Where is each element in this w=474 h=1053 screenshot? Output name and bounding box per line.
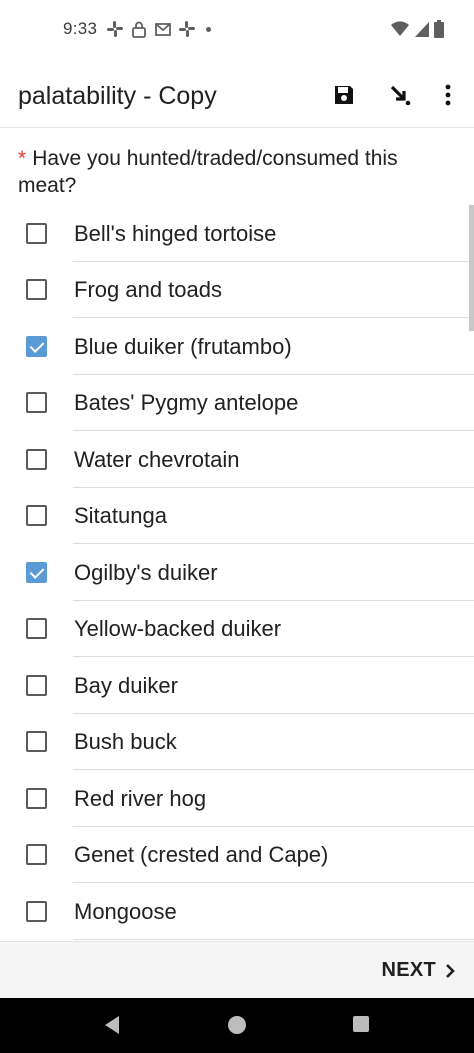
divider xyxy=(73,656,474,657)
question-text: Have you hunted/traded/consumed this mea… xyxy=(18,147,398,197)
option-label: Yellow-backed duiker xyxy=(74,616,282,641)
system-nav-bar xyxy=(0,998,474,1053)
option-label: Bay duiker xyxy=(74,673,178,698)
question-prompt: * Have you hunted/traded/consumed this me… xyxy=(18,145,458,199)
option-item[interactable]: Sitatunga xyxy=(0,488,474,544)
option-item[interactable]: Yellow-backed duiker xyxy=(0,601,474,657)
app-toolbar: palatability - Copy xyxy=(0,60,474,128)
signal-icon xyxy=(415,22,429,37)
option-item[interactable]: Water chevrotain xyxy=(0,432,474,488)
option-label: Blue duiker (frutambo) xyxy=(74,334,292,359)
dot-icon xyxy=(206,26,211,32)
option-checkbox[interactable] xyxy=(26,336,47,357)
save-button[interactable] xyxy=(329,80,359,110)
gmail-icon xyxy=(155,23,171,36)
divider xyxy=(73,882,474,883)
option-item[interactable]: Red river hog xyxy=(0,771,474,827)
option-label: Ogilby's duiker xyxy=(74,560,218,585)
divider xyxy=(73,543,474,544)
divider xyxy=(73,769,474,770)
option-label: Sitatunga xyxy=(74,503,167,528)
next-button[interactable]: NEXT xyxy=(381,959,456,982)
option-checkbox[interactable] xyxy=(26,788,47,809)
option-checkbox[interactable] xyxy=(26,675,47,696)
required-marker: * xyxy=(18,147,27,170)
option-label: Frog and toads xyxy=(74,277,222,302)
recents-icon[interactable] xyxy=(352,1015,370,1033)
option-item[interactable]: Bell's hinged tortoise xyxy=(0,206,474,262)
battery-icon xyxy=(434,20,444,38)
option-checkbox[interactable] xyxy=(26,562,47,583)
option-item[interactable]: Mongoose xyxy=(0,884,474,940)
home-icon[interactable] xyxy=(226,1014,248,1036)
scrollbar[interactable] xyxy=(468,129,474,940)
option-label: Bates' Pygmy antelope xyxy=(74,390,299,415)
option-checkbox[interactable] xyxy=(26,279,47,300)
divider xyxy=(73,317,474,318)
option-label: Genet (crested and Cape) xyxy=(74,842,329,867)
option-item[interactable]: Bay duiker xyxy=(0,658,474,714)
option-item[interactable]: Ogilby's duiker xyxy=(0,545,474,601)
more-options-icon xyxy=(445,84,451,106)
option-label: Red river hog xyxy=(74,786,207,811)
option-checkbox[interactable] xyxy=(26,449,47,470)
bottom-action-bar: NEXT xyxy=(0,941,474,998)
option-item[interactable]: Bates' Pygmy antelope xyxy=(0,375,474,431)
save-icon xyxy=(335,86,353,104)
form-title: palatability - Copy xyxy=(18,82,217,110)
divider xyxy=(73,939,474,940)
scrollbar-thumb[interactable] xyxy=(469,205,474,331)
option-label: Bush buck xyxy=(74,729,177,754)
divider xyxy=(73,430,474,431)
option-checkbox[interactable] xyxy=(26,731,47,752)
option-checkbox[interactable] xyxy=(26,505,47,526)
slack-icon xyxy=(107,21,123,37)
option-item[interactable]: Frog and toads xyxy=(0,262,474,318)
more-options-button[interactable] xyxy=(433,80,463,110)
back-icon[interactable] xyxy=(103,1015,121,1035)
option-item[interactable]: Blue duiker (frutambo) xyxy=(0,319,474,375)
option-label: Bell's hinged tortoise xyxy=(74,221,277,246)
slack-icon xyxy=(179,21,195,37)
option-checkbox[interactable] xyxy=(26,618,47,639)
lock-icon xyxy=(132,21,146,38)
option-checkbox[interactable] xyxy=(26,901,47,922)
notification-icons xyxy=(106,20,211,38)
wifi-icon xyxy=(391,21,409,36)
status-bar: 9:33 xyxy=(0,0,474,60)
status-time: 9:33 xyxy=(63,19,98,38)
system-icons xyxy=(390,20,444,38)
question-content: * Have you hunted/traded/consumed this me… xyxy=(0,129,474,940)
option-checkbox[interactable] xyxy=(26,223,47,244)
chevron-right-icon xyxy=(446,963,455,978)
save-and-exit-icon xyxy=(390,85,411,106)
option-label: Water chevrotain xyxy=(74,447,240,472)
option-checkbox[interactable] xyxy=(26,392,47,413)
save-and-exit-button[interactable] xyxy=(385,80,415,110)
option-item[interactable]: Genet (crested and Cape) xyxy=(0,827,474,883)
next-label: NEXT xyxy=(381,959,436,981)
option-item[interactable]: Bush buck xyxy=(0,714,474,770)
option-label: Mongoose xyxy=(74,899,177,924)
option-checkbox[interactable] xyxy=(26,844,47,865)
